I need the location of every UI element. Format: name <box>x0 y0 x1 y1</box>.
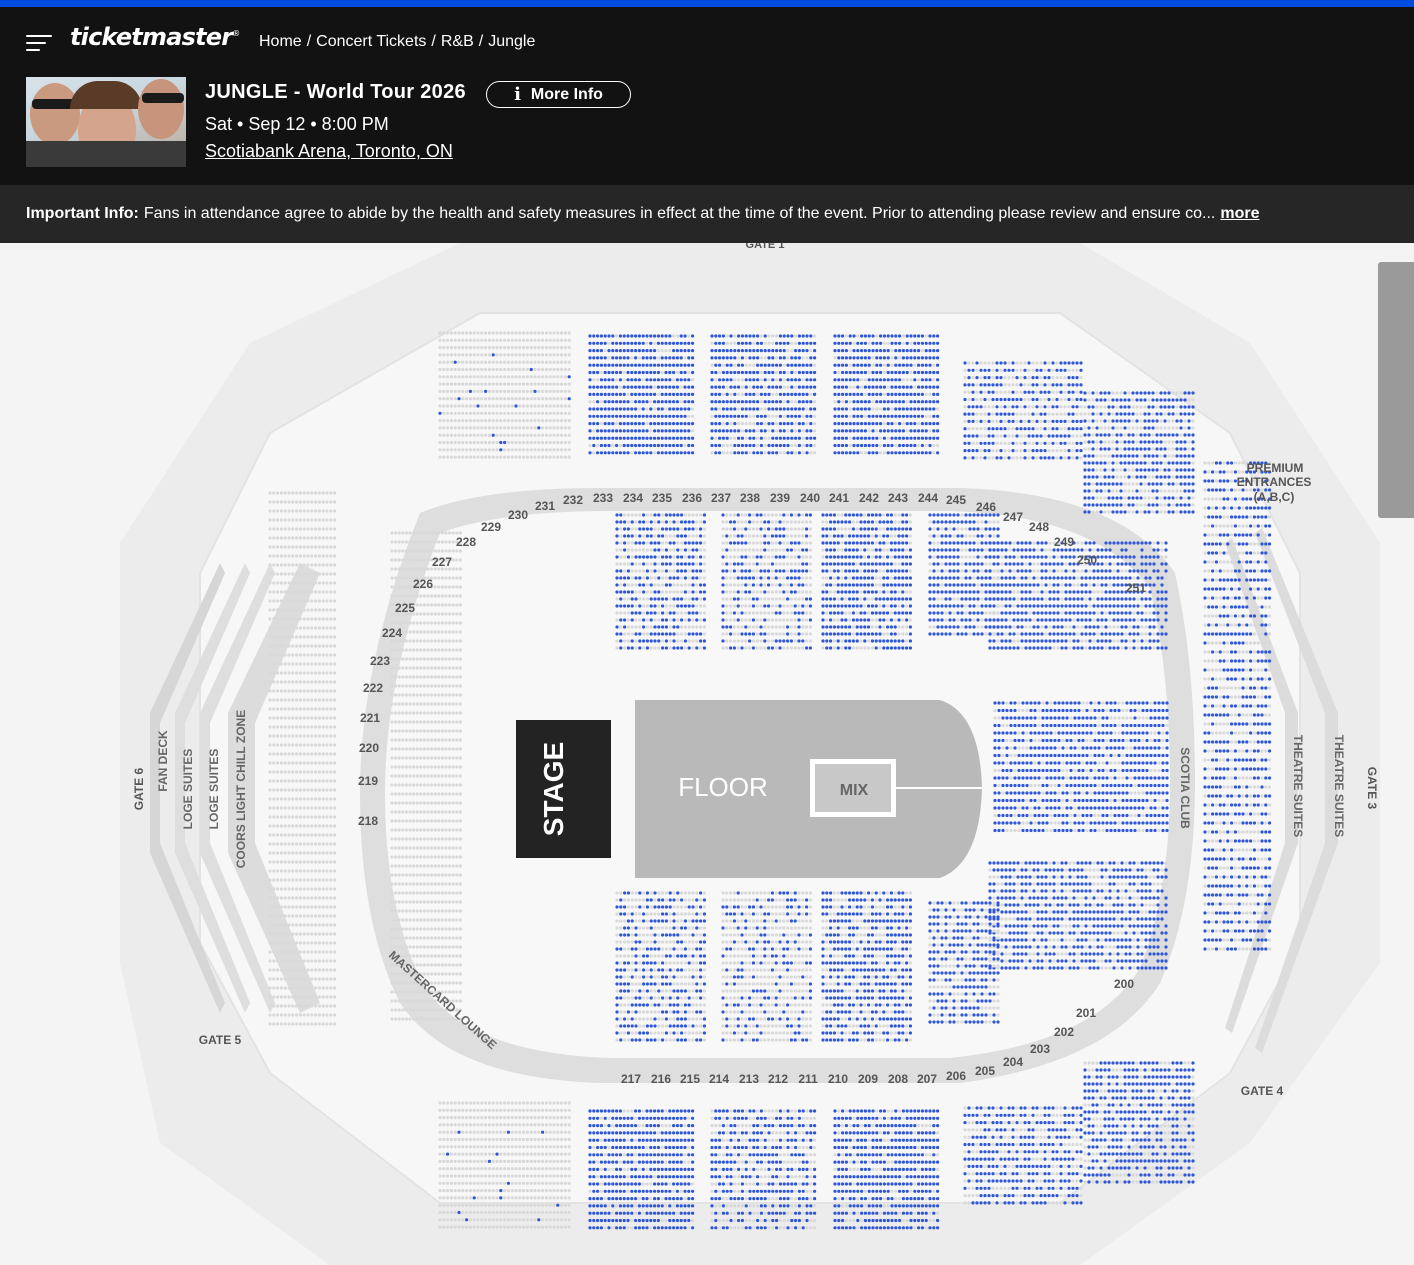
gate-6-label: GATE 6 <box>132 767 146 810</box>
important-info-label: Important Info: <box>26 205 139 222</box>
section-label-240[interactable]: 240 <box>800 491 820 505</box>
ticketmaster-logo[interactable]: ticketmaster® <box>70 23 240 51</box>
section-label-222[interactable]: 222 <box>363 681 383 695</box>
event-venue-link[interactable]: Scotiabank Arena, Toronto, ON <box>205 141 453 162</box>
section-label-244[interactable]: 244 <box>918 491 938 505</box>
coors-light-label: COORS LIGHT CHILL ZONE <box>234 710 248 868</box>
section-label-230[interactable]: 230 <box>508 508 528 522</box>
section-label-249[interactable]: 249 <box>1054 535 1074 549</box>
event-title: JUNGLE - World Tour 2026 <box>205 81 466 103</box>
section-label-208[interactable]: 208 <box>888 1072 908 1086</box>
gate-3-label: GATE 3 <box>1365 767 1379 810</box>
more-info-button[interactable]: i More Info <box>486 81 631 108</box>
section-label-237[interactable]: 237 <box>711 491 731 505</box>
seat-map[interactable]: STAGE FLOOR MIX GATE 1 GATE 3 GATE 4 GAT… <box>0 243 1414 1265</box>
section-label-233[interactable]: 233 <box>593 491 613 505</box>
section-label-239[interactable]: 239 <box>770 491 790 505</box>
important-info-bar: Important Info: Fans in attendance agree… <box>0 185 1414 243</box>
section-label-243[interactable]: 243 <box>888 491 908 505</box>
theatre-suites-label-1: THEATRE SUITES <box>1291 735 1305 837</box>
theatre-suites-label-2: THEATRE SUITES <box>1332 735 1346 837</box>
map-scrollbar[interactable] <box>1378 262 1414 518</box>
section-label-223[interactable]: 223 <box>370 654 390 668</box>
section-label-200[interactable]: 200 <box>1114 977 1134 991</box>
section-label-245[interactable]: 245 <box>946 493 966 507</box>
section-label-229[interactable]: 229 <box>481 520 501 534</box>
important-info-text: Fans in attendance agree to abide by the… <box>143 205 1216 222</box>
section-label-236[interactable]: 236 <box>682 491 702 505</box>
seat-map-svg[interactable]: STAGE FLOOR MIX GATE 1 GATE 3 GATE 4 GAT… <box>0 243 1414 1265</box>
info-icon: i <box>514 83 521 105</box>
section-label-209[interactable]: 209 <box>858 1072 878 1086</box>
gate-1-label: GATE 1 <box>746 243 785 251</box>
section-label-204[interactable]: 204 <box>1003 1055 1023 1069</box>
loge-suites-label-2: LOGE SUITES <box>207 749 221 830</box>
section-label-211[interactable]: 211 <box>798 1072 818 1086</box>
breadcrumb-concert-tickets[interactable]: Concert Tickets <box>316 33 426 51</box>
section-label-234[interactable]: 234 <box>623 491 643 505</box>
section-label-220[interactable]: 220 <box>359 741 379 755</box>
mix-label: MIX <box>840 782 869 799</box>
section-label-248[interactable]: 248 <box>1029 520 1049 534</box>
scotia-club-label: SCOTIA CLUB <box>1178 747 1192 829</box>
section-label-227[interactable]: 227 <box>432 555 452 569</box>
section-label-210[interactable]: 210 <box>828 1072 848 1086</box>
section-label-221[interactable]: 221 <box>360 711 380 725</box>
section-label-203[interactable]: 203 <box>1030 1042 1050 1056</box>
breadcrumb: Home / Concert Tickets / R&B / Jungle <box>259 33 536 51</box>
section-label-242[interactable]: 242 <box>859 491 879 505</box>
fan-deck-label: FAN DECK <box>156 730 170 792</box>
section-label-202[interactable]: 202 <box>1054 1025 1074 1039</box>
section-label-205[interactable]: 205 <box>975 1064 995 1078</box>
section-label-224[interactable]: 224 <box>382 626 402 640</box>
section-label-228[interactable]: 228 <box>456 535 476 549</box>
section-label-218[interactable]: 218 <box>358 814 378 828</box>
section-label-235[interactable]: 235 <box>652 491 672 505</box>
section-label-212[interactable]: 212 <box>768 1072 788 1086</box>
brand-accent-bar <box>0 0 1414 7</box>
section-label-216[interactable]: 216 <box>651 1072 671 1086</box>
event-header: ticketmaster® Home / Concert Tickets / R&B… <box>0 7 1414 185</box>
premium-entrances-line-3: (A,B,C) <box>1254 490 1295 504</box>
gate-4-label: GATE 4 <box>1241 1084 1284 1098</box>
section-label-225[interactable]: 225 <box>395 601 415 615</box>
section-label-213[interactable]: 213 <box>739 1072 759 1086</box>
info-more-link[interactable]: more <box>1220 205 1259 223</box>
hamburger-menu-icon[interactable] <box>26 33 53 53</box>
floor-label: FLOOR <box>678 772 768 802</box>
section-label-217[interactable]: 217 <box>621 1072 641 1086</box>
breadcrumb-rnb[interactable]: R&B <box>441 33 474 51</box>
event-image <box>26 77 186 167</box>
section-label-206[interactable]: 206 <box>946 1069 966 1083</box>
section-label-238[interactable]: 238 <box>740 491 760 505</box>
section-label-246[interactable]: 246 <box>976 500 996 514</box>
section-label-215[interactable]: 215 <box>680 1072 700 1086</box>
section-label-231[interactable]: 231 <box>535 499 555 513</box>
premium-entrances-line-2: ENTRANCES <box>1237 475 1312 489</box>
loge-suites-label-1: LOGE SUITES <box>181 749 195 830</box>
breadcrumb-jungle[interactable]: Jungle <box>488 33 535 51</box>
more-info-label: More Info <box>530 85 603 103</box>
event-date: Sat • Sep 12 • 8:00 PM <box>205 114 389 134</box>
section-label-241[interactable]: 241 <box>829 491 849 505</box>
stage-label: STAGE <box>538 742 569 836</box>
premium-entrances-line-1: PREMIUM <box>1247 461 1304 475</box>
breadcrumb-home[interactable]: Home <box>259 33 302 51</box>
section-label-251[interactable]: 251 <box>1126 581 1146 595</box>
section-label-232[interactable]: 232 <box>563 493 583 507</box>
section-label-201[interactable]: 201 <box>1076 1006 1096 1020</box>
section-label-207[interactable]: 207 <box>917 1072 937 1086</box>
section-label-250[interactable]: 250 <box>1077 553 1097 567</box>
section-label-214[interactable]: 214 <box>709 1072 729 1086</box>
section-label-247[interactable]: 247 <box>1003 510 1023 524</box>
section-label-226[interactable]: 226 <box>413 577 433 591</box>
gate-5-label: GATE 5 <box>199 1033 242 1047</box>
section-label-219[interactable]: 219 <box>358 774 378 788</box>
